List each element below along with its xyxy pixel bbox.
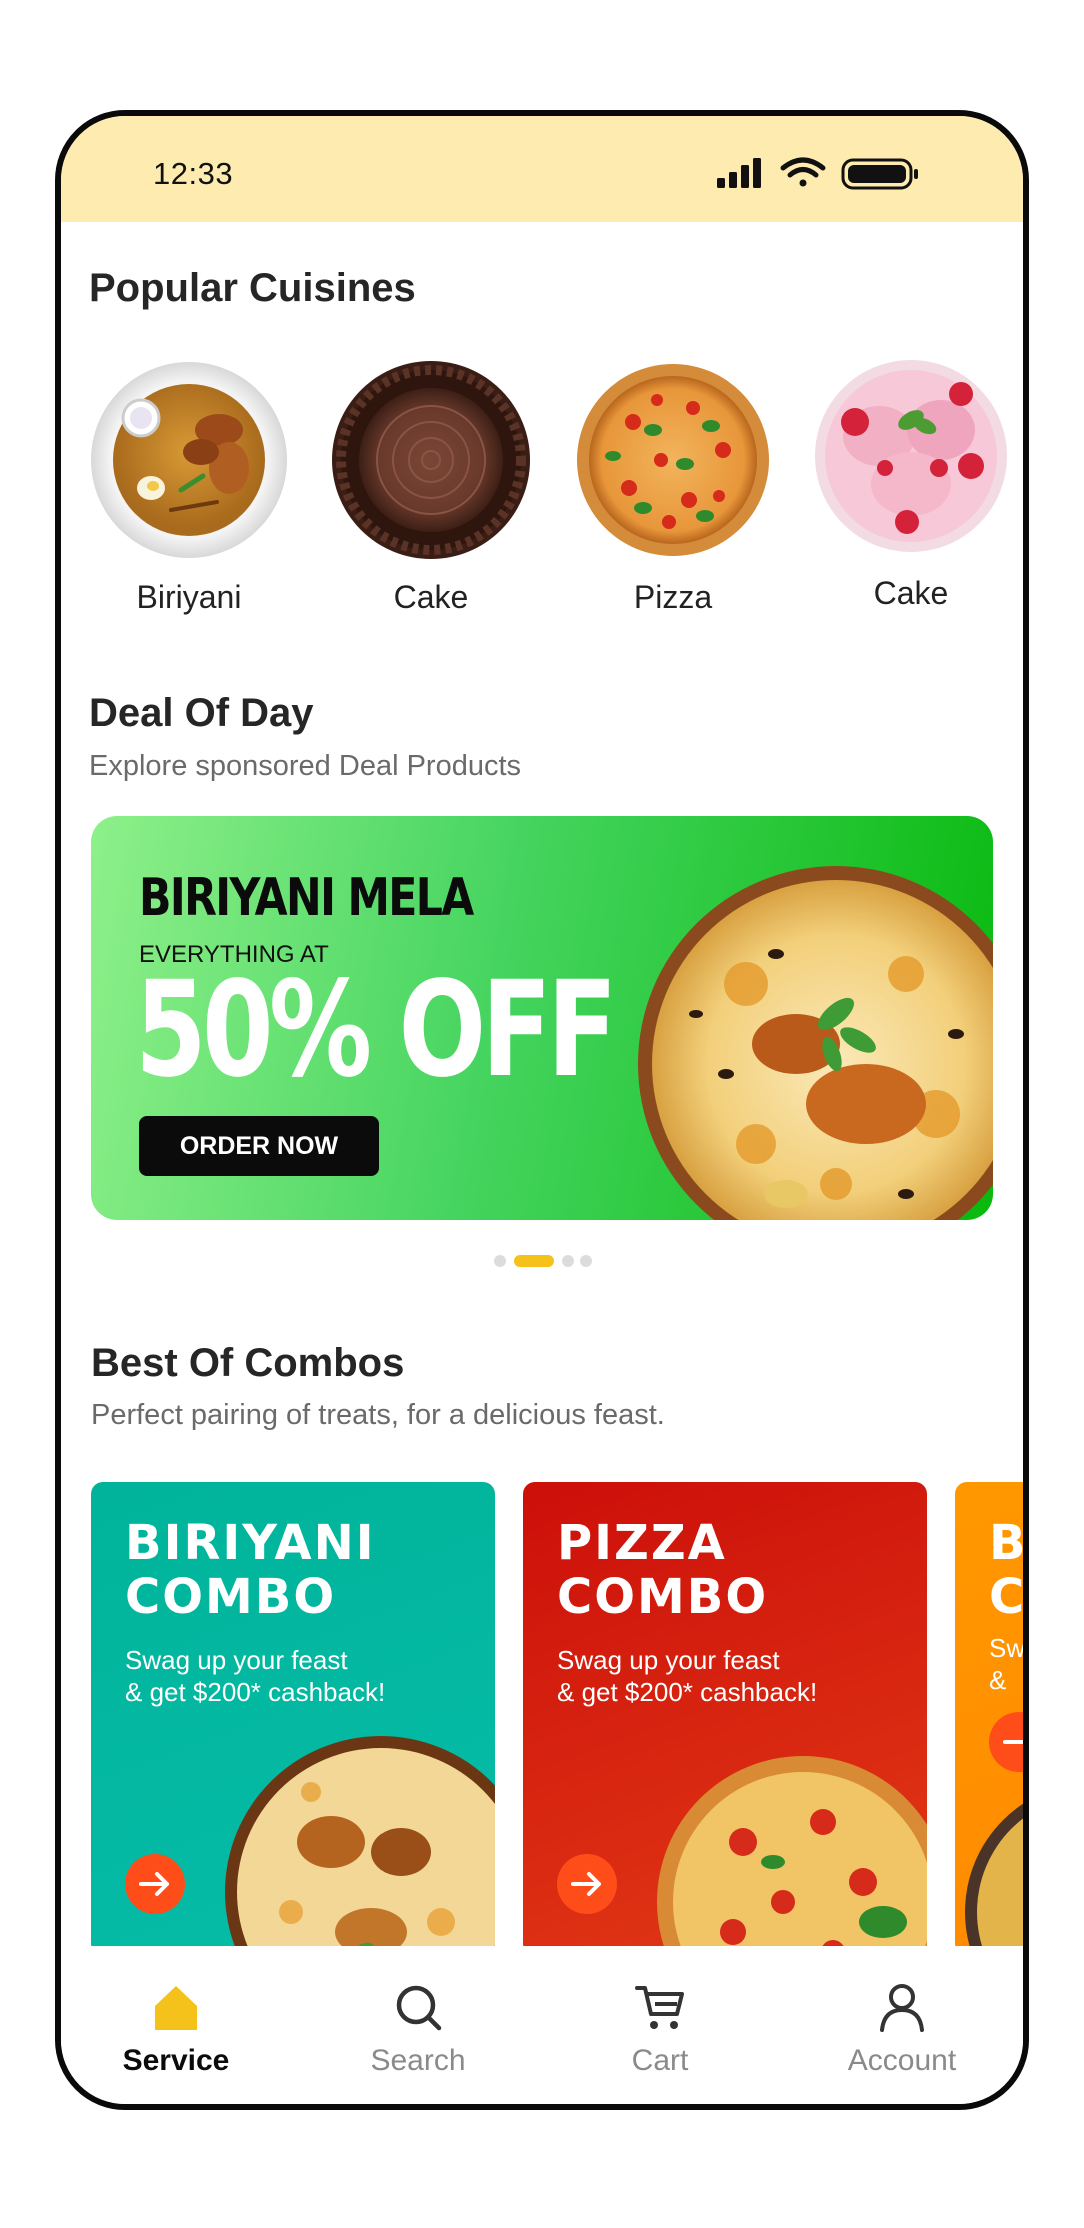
cuisine-label: Cake xyxy=(873,575,949,611)
nav-service[interactable]: Service xyxy=(91,1980,261,2078)
biriyani-combo-image xyxy=(225,1736,495,1956)
order-now-button[interactable]: ORDER NOW xyxy=(139,1116,379,1176)
home-icon xyxy=(155,1986,197,2030)
nav-label: Cart xyxy=(631,2044,689,2077)
nav-cart[interactable]: Cart xyxy=(575,1980,745,2078)
pizza-combo-image xyxy=(657,1756,927,1956)
deal-banner[interactable]: BIRIYANI MELA EVERYTHING AT 50% OFF ORDE… xyxy=(91,816,993,1220)
nav-label: Search xyxy=(370,2044,466,2077)
combo-description: Swag up your feast & get $200* cashback! xyxy=(125,1645,386,1707)
nav-search[interactable]: Search xyxy=(333,1980,503,2078)
pizza-image xyxy=(577,364,769,556)
cuisine-label: Biriyani xyxy=(136,579,242,615)
carousel-dot[interactable] xyxy=(494,1255,506,1267)
carousel-dot[interactable] xyxy=(562,1255,574,1267)
nav-account[interactable]: Account xyxy=(817,1980,987,2078)
arrow-right-icon xyxy=(571,1872,601,1896)
wifi-icon xyxy=(780,157,826,187)
bottom-nav: Service Search Cart Account xyxy=(61,1946,1023,2104)
carousel-dot-active[interactable] xyxy=(514,1255,554,1267)
cuisine-cake[interactable]: Cake xyxy=(331,360,531,616)
banner-offer: 50% OFF xyxy=(135,953,617,1107)
third-combo-card[interactable]: B C Sw & xyxy=(955,1482,1028,1956)
combo-arrow-button[interactable] xyxy=(125,1854,185,1914)
banner-headline: BIRIYANI MELA xyxy=(139,868,474,928)
combos-subtitle: Perfect pairing of treats, for a delicio… xyxy=(91,1399,665,1431)
cuisine-biriyani[interactable]: Biriyani xyxy=(89,360,289,616)
combo-arrow-button[interactable] xyxy=(989,1712,1023,1772)
biriyani-plate-image xyxy=(91,362,287,558)
combo-title: BIRIYANI COMBO xyxy=(125,1515,376,1625)
deal-title: Deal Of Day xyxy=(89,691,314,735)
combo-food-image xyxy=(965,1803,1023,1956)
combo-title: PIZZA COMBO xyxy=(557,1515,769,1625)
biriyani-bowl-image xyxy=(638,866,993,1220)
status-bar: 12:33 xyxy=(61,116,1023,222)
combo-arrow-button[interactable] xyxy=(557,1854,617,1914)
pizza-combo-card[interactable]: PIZZA COMBO Swag up your feast & get $20… xyxy=(523,1482,927,1956)
arrow-right-icon xyxy=(139,1872,169,1896)
signal-icon xyxy=(717,158,761,188)
search-icon xyxy=(396,1985,442,2031)
cuisine-pizza[interactable]: Pizza xyxy=(573,360,773,616)
cuisine-label: Cake xyxy=(393,579,469,615)
phone-frame: 12:33 Popular Cuisines Biriyani Cake Piz… xyxy=(55,110,1029,2110)
battery-icon xyxy=(841,158,918,190)
combos-title: Best Of Combos xyxy=(91,1341,405,1385)
cart-icon xyxy=(635,1986,684,2029)
deal-subtitle: Explore sponsored Deal Products xyxy=(89,750,522,782)
combo-description: Sw & xyxy=(989,1633,1026,1695)
cuisine-cake-ice-cream[interactable]: Cake xyxy=(811,356,1011,612)
nav-label: Account xyxy=(847,2044,957,2077)
biriyani-combo-card[interactable]: BIRIYANI COMBO Swag up your feast & get … xyxy=(91,1482,495,1956)
strawberry-ice-cream-image xyxy=(815,360,1007,552)
carousel-dot[interactable] xyxy=(580,1255,592,1267)
cuisine-label: Pizza xyxy=(633,579,713,615)
account-icon xyxy=(880,1984,924,2032)
arrow-right-icon xyxy=(1003,1740,1023,1744)
combo-title: B C xyxy=(989,1515,1028,1625)
chocolate-cake-image xyxy=(332,361,530,559)
popular-title: Popular Cuisines xyxy=(89,266,416,310)
status-time: 12:33 xyxy=(153,156,234,191)
nav-label: Service xyxy=(122,2044,230,2077)
combo-description: Swag up your feast & get $200* cashback! xyxy=(557,1645,818,1707)
status-icons xyxy=(717,157,918,190)
